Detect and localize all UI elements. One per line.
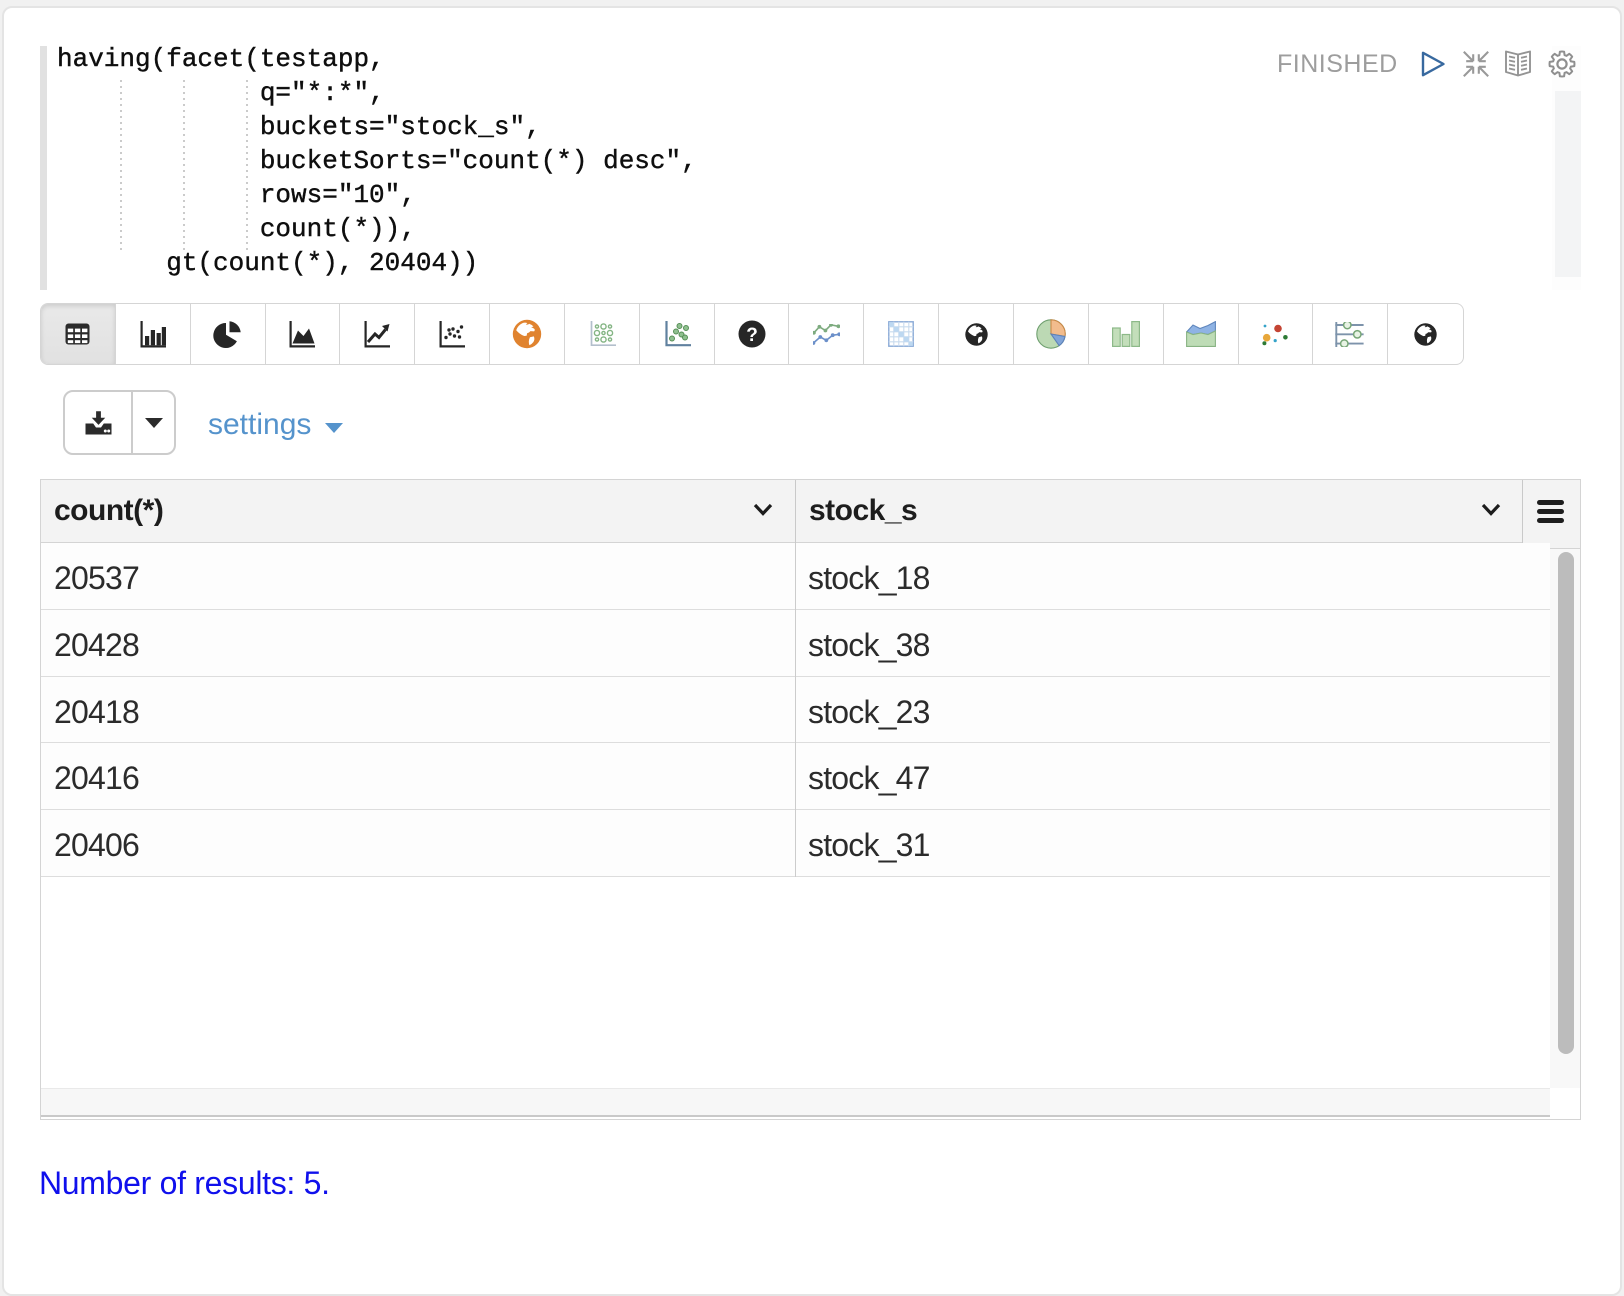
svg-text:?: ? — [746, 325, 758, 346]
